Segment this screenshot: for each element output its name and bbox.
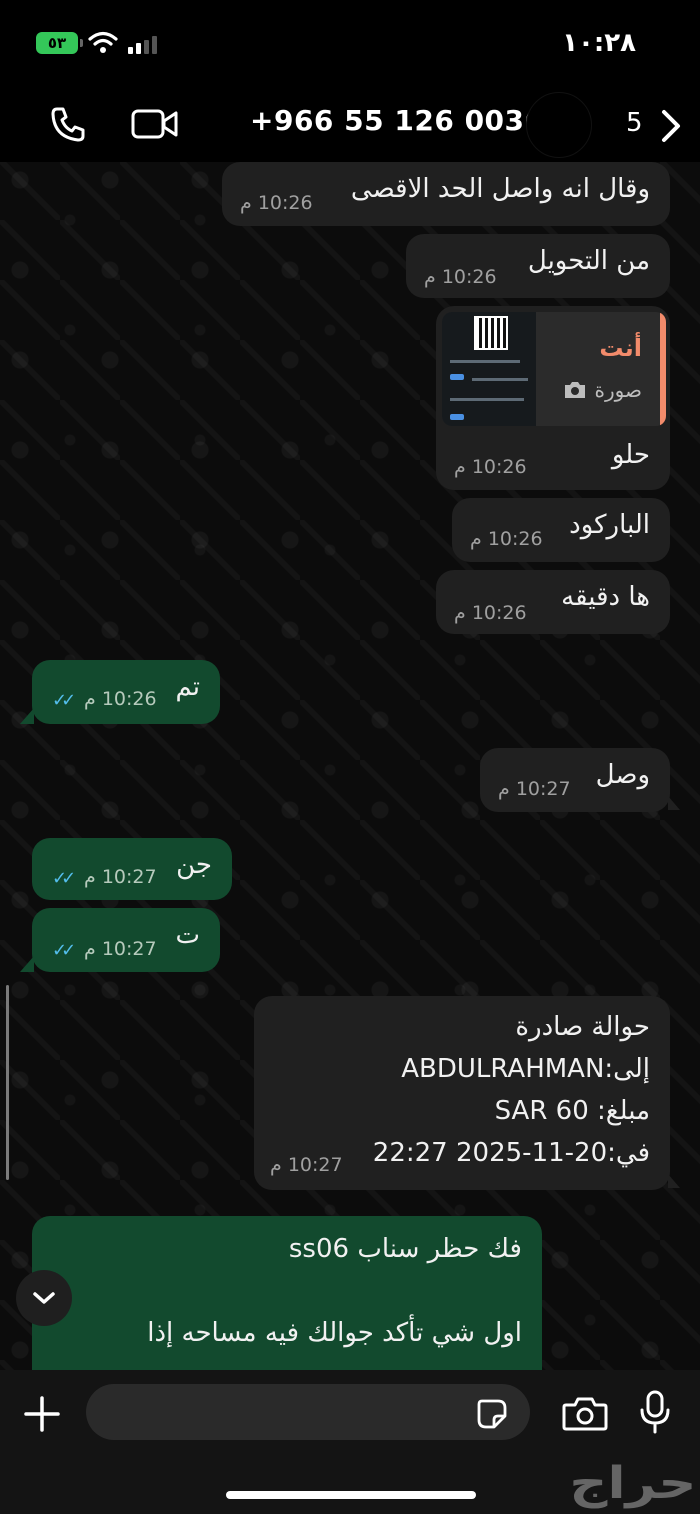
- status-time: ١٠:٢٨: [562, 28, 636, 58]
- message-body: حلو 10:26 م: [454, 440, 650, 478]
- read-ticks-icon: ✓✓: [52, 690, 76, 711]
- sticker-icon[interactable]: [476, 1398, 508, 1430]
- read-ticks-icon: ✓✓: [52, 940, 76, 961]
- mic-icon[interactable]: [638, 1390, 672, 1434]
- reply-type: صورة: [563, 378, 642, 402]
- watermark-logo: حراج: [569, 1458, 697, 1509]
- chevron-down-icon: [33, 1292, 55, 1304]
- back-chevron-icon[interactable]: [656, 106, 686, 146]
- phone-icon[interactable]: [48, 104, 88, 144]
- message-outgoing[interactable]: ت 10:27 م ✓✓: [32, 908, 220, 972]
- message-incoming[interactable]: ها دقيقه 10:26 م: [436, 570, 670, 634]
- quoted-reply[interactable]: أنت صورة: [442, 312, 666, 426]
- home-indicator[interactable]: [226, 1491, 476, 1499]
- camera-icon[interactable]: [562, 1396, 608, 1432]
- reply-sender: أنت: [599, 334, 642, 362]
- message-outgoing[interactable]: جن 10:27 م ✓✓: [32, 838, 232, 900]
- message-outgoing[interactable]: تم 10:26 م ✓✓: [32, 660, 220, 724]
- message-input[interactable]: [86, 1384, 530, 1440]
- avatar[interactable]: [526, 92, 592, 158]
- qr-code-icon: [474, 316, 508, 350]
- unread-count[interactable]: 5: [626, 108, 643, 138]
- message-incoming-transfer[interactable]: حوالة صادرة إلى:ABDULRAHMAN مبلغ: SAR 60…: [254, 996, 670, 1190]
- plus-icon[interactable]: [22, 1394, 62, 1434]
- video-icon[interactable]: [130, 104, 180, 144]
- scroll-to-bottom-button[interactable]: [16, 1270, 72, 1326]
- cellular-signal-icon: [128, 36, 157, 54]
- camera-small-icon: [564, 382, 585, 398]
- message-incoming[interactable]: وقال انه واصل الحد الاقصى 10:26 م: [222, 162, 670, 226]
- message-incoming[interactable]: الباركود 10:26 م: [452, 498, 670, 562]
- chat-header: +966 55 126 0036 5: [0, 90, 700, 162]
- reply-thumbnail: [442, 312, 536, 426]
- scroll-indicator[interactable]: [6, 985, 9, 1180]
- message-incoming[interactable]: من التحويل 10:26 م: [406, 234, 670, 298]
- wifi-icon: [88, 31, 118, 53]
- status-bar: ٥٣ ١٠:٢٨: [0, 0, 700, 90]
- battery-indicator: ٥٣: [36, 32, 83, 54]
- read-ticks-icon: ✓✓: [52, 868, 76, 889]
- message-incoming[interactable]: وصل 10:27 م: [480, 748, 670, 812]
- contact-name[interactable]: +966 55 126 0036: [250, 104, 545, 137]
